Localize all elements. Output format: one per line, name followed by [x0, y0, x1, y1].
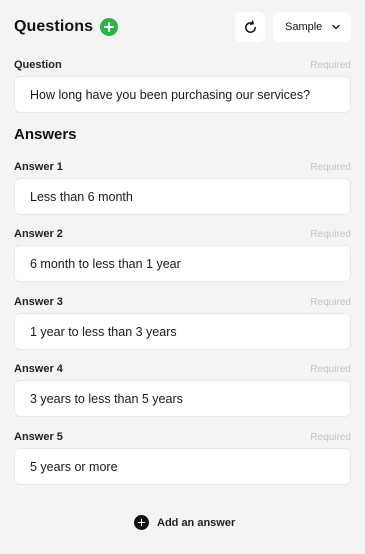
- required-hint: Required: [310, 431, 351, 443]
- answer-label: Answer 2: [14, 228, 63, 240]
- chevron-down-icon: [332, 24, 340, 30]
- page-title: Questions: [14, 18, 94, 35]
- answer-5-input[interactable]: 5 years or more: [14, 448, 351, 485]
- required-hint: Required: [310, 161, 351, 173]
- answer-5-label-row: Answer 5 Required: [14, 430, 351, 444]
- answer-label: Answer 5: [14, 431, 63, 443]
- answer-4-label-row: Answer 4 Required: [14, 362, 351, 376]
- add-answer-label: Add an answer: [157, 516, 236, 529]
- refresh-button[interactable]: [235, 12, 265, 42]
- add-answer-button[interactable]: Add an answer: [134, 515, 235, 530]
- question-input[interactable]: How long have you been purchasing our se…: [14, 76, 351, 113]
- required-hint: Required: [310, 363, 351, 375]
- question-label: Question: [14, 59, 62, 71]
- answers-title: Answers: [14, 126, 77, 143]
- add-question-icon[interactable]: [100, 18, 119, 36]
- answer-4-input[interactable]: 3 years to less than 5 years: [14, 380, 351, 417]
- answer-label: Answer 1: [14, 161, 63, 173]
- required-hint: Required: [310, 59, 351, 71]
- sample-dropdown[interactable]: Sample: [273, 12, 351, 42]
- answer-2-input[interactable]: 6 month to less than 1 year: [14, 245, 351, 282]
- required-hint: Required: [310, 228, 351, 240]
- answer-label: Answer 4: [14, 363, 63, 375]
- answer-1-label-row: Answer 1 Required: [14, 160, 351, 174]
- refresh-icon: [244, 20, 256, 33]
- answer-2-label-row: Answer 2 Required: [14, 227, 351, 241]
- answer-3-input[interactable]: 1 year to less than 3 years: [14, 313, 351, 350]
- add-circle-icon: [134, 515, 149, 530]
- answer-1-input[interactable]: Less than 6 month: [14, 178, 351, 215]
- question-label-row: Question Required: [14, 58, 351, 72]
- required-hint: Required: [310, 296, 351, 308]
- answer-3-label-row: Answer 3 Required: [14, 295, 351, 309]
- sample-dropdown-label: Sample: [285, 21, 323, 33]
- header: Questions Sample: [14, 12, 351, 42]
- answer-label: Answer 3: [14, 296, 63, 308]
